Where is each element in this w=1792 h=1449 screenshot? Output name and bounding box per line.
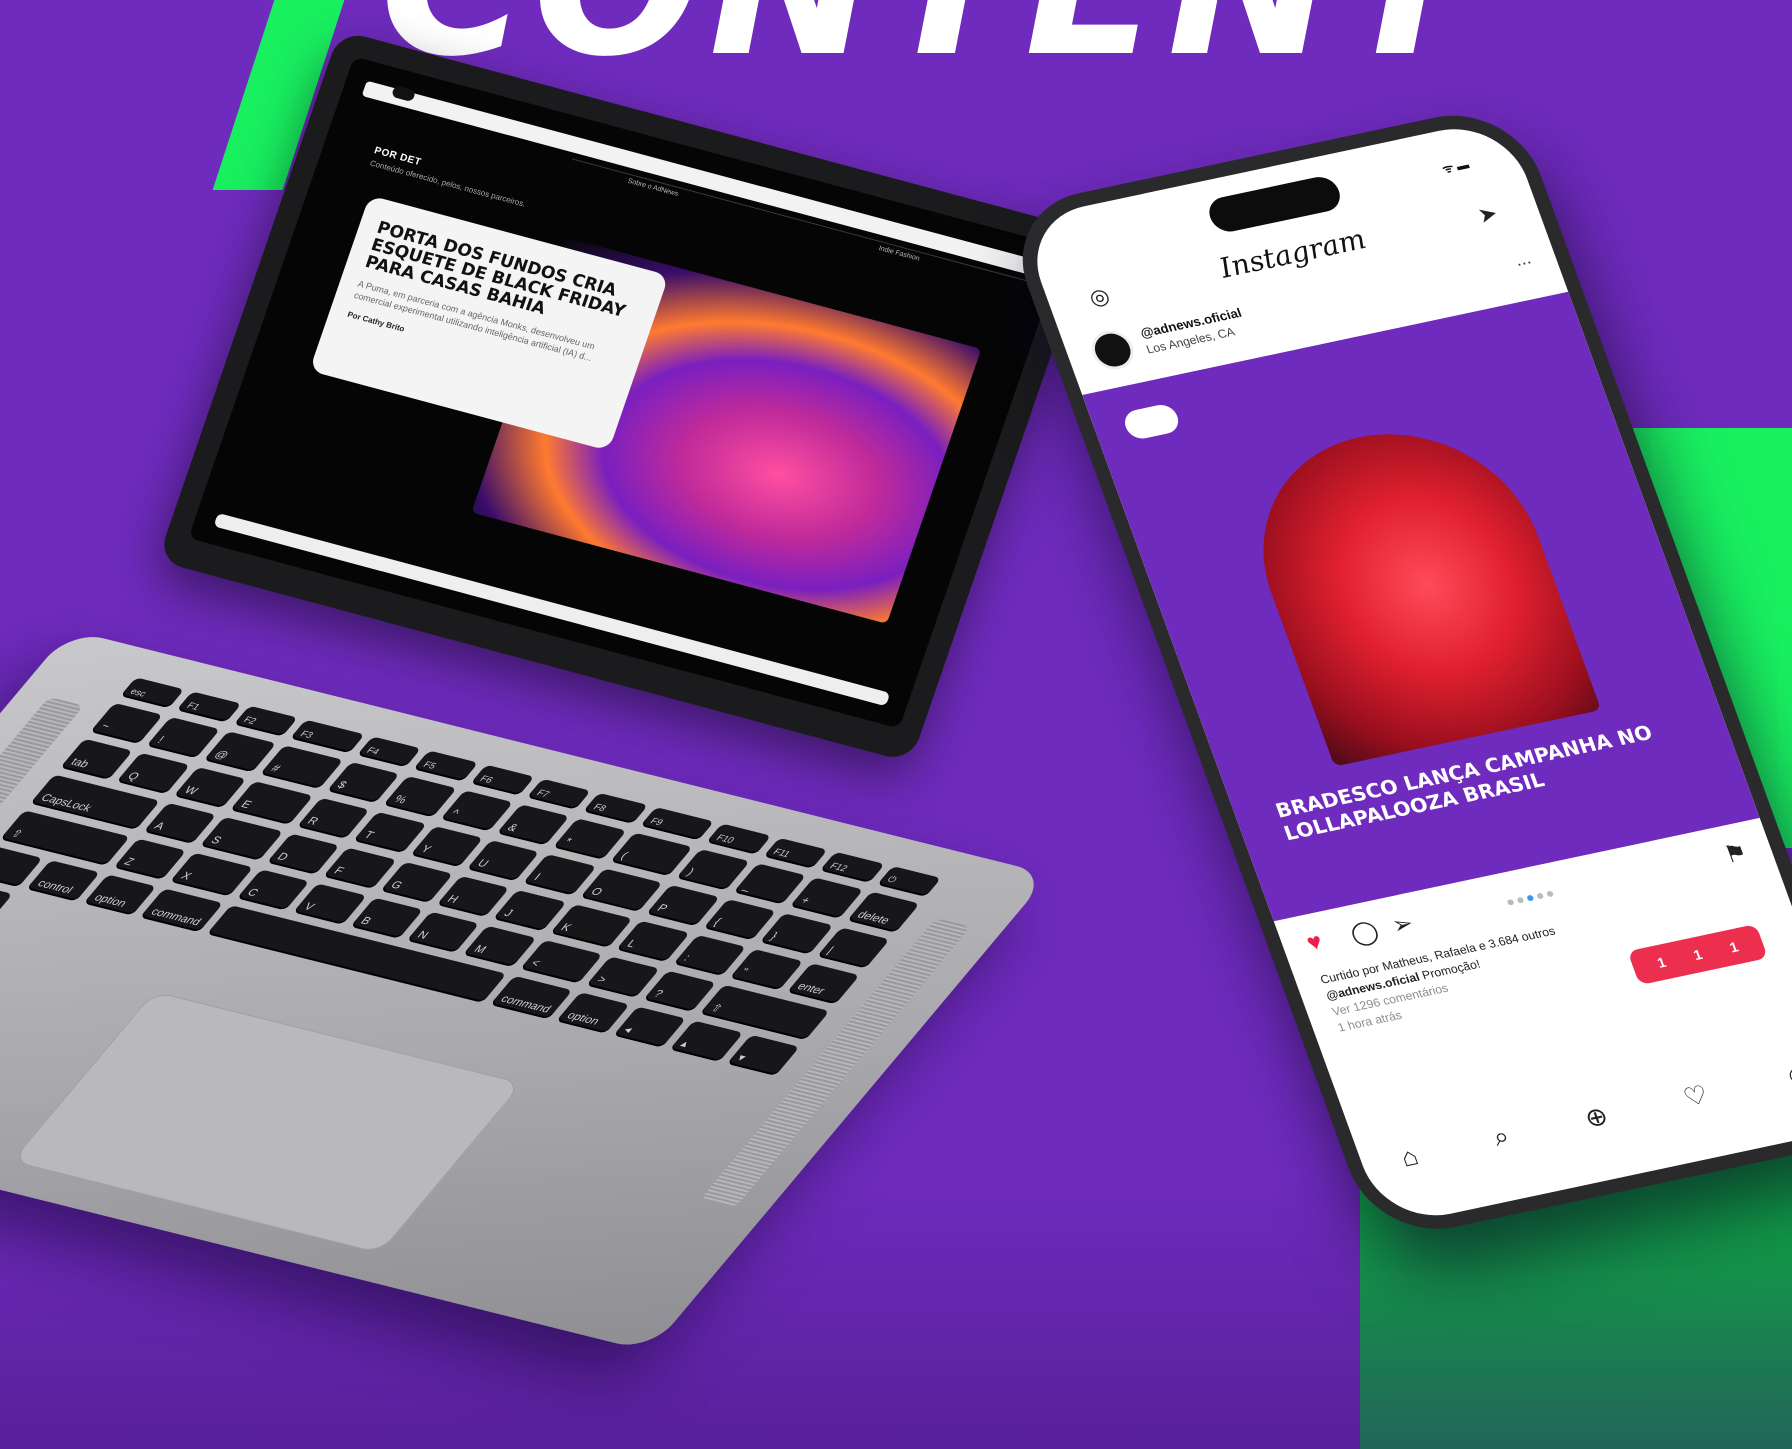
key[interactable]: F12 bbox=[819, 851, 885, 883]
delete-key[interactable]: delete bbox=[846, 891, 920, 933]
key[interactable]: E bbox=[230, 781, 314, 825]
tab-bar: ⌂ ⌕ ⊕ ♡ ☺ bbox=[1354, 1040, 1792, 1190]
carousel-indicator bbox=[1506, 890, 1555, 906]
command-key[interactable]: command bbox=[140, 888, 223, 933]
key[interactable]: F4 bbox=[356, 736, 422, 768]
comment-count: 1 bbox=[1654, 953, 1669, 971]
power-key[interactable]: ⏻ bbox=[876, 865, 942, 897]
enter-key[interactable]: enter bbox=[786, 963, 860, 1005]
key[interactable]: F8 bbox=[583, 792, 649, 824]
arrow-right-key[interactable]: ▸ bbox=[0, 881, 14, 924]
more-options-icon[interactable]: ... bbox=[1512, 248, 1534, 271]
bookmark-icon[interactable]: ⚑ bbox=[1720, 838, 1751, 870]
key[interactable]: F3 bbox=[290, 719, 365, 754]
key[interactable]: F5 bbox=[413, 750, 478, 782]
key[interactable]: | bbox=[816, 927, 890, 969]
heart-icon[interactable]: ♥ bbox=[1303, 928, 1327, 957]
key[interactable]: # bbox=[260, 745, 344, 789]
key[interactable]: O bbox=[580, 868, 663, 912]
key[interactable]: F7 bbox=[526, 778, 592, 810]
share-icon[interactable]: ➢ bbox=[1388, 909, 1418, 940]
like-count: 1 bbox=[1691, 946, 1705, 963]
command-key[interactable]: command bbox=[489, 975, 573, 1020]
avatar[interactable] bbox=[1086, 327, 1140, 374]
key[interactable]: F6 bbox=[469, 764, 535, 796]
profile-icon[interactable]: ☺ bbox=[1779, 1057, 1792, 1092]
carousel-dot bbox=[1506, 898, 1515, 906]
key[interactable]: F9 bbox=[640, 806, 715, 841]
key[interactable]: S bbox=[200, 816, 283, 861]
key[interactable]: F11 bbox=[763, 837, 828, 869]
key[interactable]: esc bbox=[120, 677, 185, 709]
event-photo bbox=[1225, 409, 1602, 767]
key[interactable]: F10 bbox=[706, 823, 772, 855]
carousel-dot bbox=[1526, 894, 1535, 902]
carousel-dot bbox=[1536, 892, 1545, 900]
brand-logo bbox=[1120, 402, 1183, 442]
carousel-dot bbox=[1546, 890, 1555, 898]
article-card[interactable]: PORTA DOS FUNDOS CRIA ESQUETE DE BLACK F… bbox=[309, 195, 670, 451]
status-indicators: ᯤ ▬ bbox=[1440, 157, 1471, 177]
arrow-down-key[interactable]: ▾ bbox=[726, 1034, 800, 1076]
site-nav-item[interactable]: Indie Fashion bbox=[878, 245, 921, 263]
laptop-lid: Sobre o AdNews Indie Fashion POR DET Con… bbox=[157, 30, 1094, 763]
add-icon[interactable]: ⊕ bbox=[1580, 1100, 1612, 1134]
key[interactable]: F2 bbox=[233, 705, 299, 737]
carousel-dot bbox=[1516, 896, 1525, 904]
comment-icon[interactable]: ◯ bbox=[1346, 916, 1383, 949]
follower-count: 1 bbox=[1727, 938, 1741, 956]
search-icon[interactable]: ⌕ bbox=[1489, 1121, 1514, 1154]
key[interactable]: F1 bbox=[176, 691, 242, 723]
key[interactable]: ( bbox=[610, 832, 693, 877]
laptop-screen: Sobre o AdNews Indie Fashion POR DET Con… bbox=[188, 56, 1065, 729]
key[interactable]: X bbox=[170, 852, 253, 897]
home-icon[interactable]: ⌂ bbox=[1396, 1140, 1422, 1172]
heart-icon[interactable]: ♡ bbox=[1679, 1079, 1713, 1113]
key[interactable]: K bbox=[549, 904, 633, 948]
key[interactable]: < bbox=[519, 939, 603, 984]
